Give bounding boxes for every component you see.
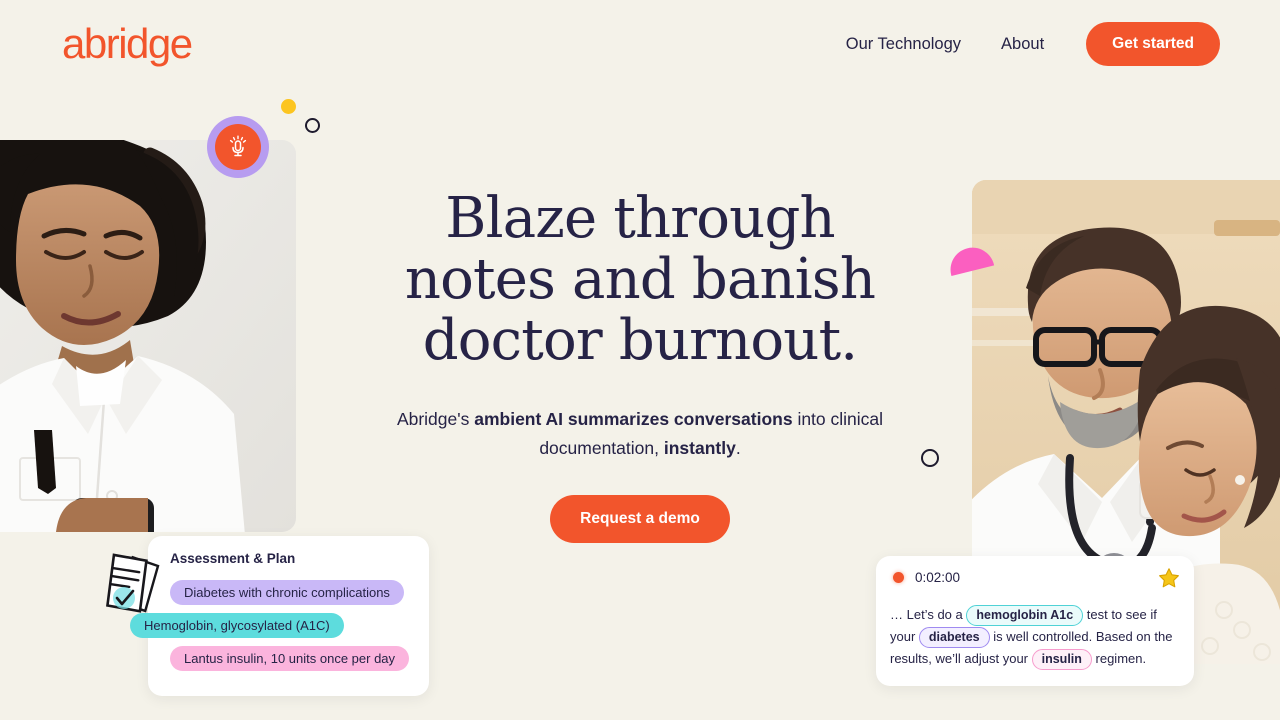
- transcript-text-1: … Let’s do a: [890, 607, 967, 622]
- recording-timestamp: 0:02:00: [915, 570, 961, 585]
- document-checkmark-icon: [106, 553, 160, 613]
- transcript-tag-insulin[interactable]: insulin: [1031, 649, 1092, 670]
- landing-page: abridge Our Technology About Get started: [0, 0, 1280, 720]
- transcript-tag-diabetes[interactable]: diabetes: [918, 627, 990, 648]
- microphone-badge: [207, 116, 269, 178]
- hero-sub-bold-1: ambient AI summarizes conversations: [474, 409, 793, 429]
- microphone-badge-inner: [215, 124, 261, 170]
- hero-sub-bold-2: instantly: [663, 438, 736, 458]
- request-a-demo-button[interactable]: Request a demo: [550, 495, 730, 543]
- transcript-text-4: regimen.: [1091, 651, 1147, 666]
- hero-sub-text-3: .: [735, 438, 741, 458]
- assessment-card-title: Assessment & Plan: [170, 551, 296, 566]
- star-icon[interactable]: [1158, 567, 1180, 589]
- hero-section: Blaze through notes and banish doctor bu…: [360, 188, 920, 543]
- hero-heading-line-1: Blaze through: [445, 186, 835, 251]
- transcript-text: … Let’s do a hemoglobin A1c test to see …: [890, 604, 1182, 670]
- page-title: Blaze through notes and banish doctor bu…: [360, 188, 920, 371]
- assessment-plan-card: Assessment & Plan Diabetes with chronic …: [130, 536, 429, 696]
- nav-link-about[interactable]: About: [981, 22, 1064, 66]
- yellow-dot-decoration: [281, 99, 296, 114]
- assessment-pill-diagnosis[interactable]: Diabetes with chronic complications: [170, 580, 404, 605]
- doctor-with-phone-photo: [0, 140, 296, 532]
- hero-subtitle: Abridge's ambient AI summarizes conversa…: [360, 405, 920, 463]
- hero-heading-line-3: doctor burnout.: [422, 308, 858, 373]
- nav-links-group: Our Technology About Get started: [826, 22, 1220, 66]
- recording-indicator-icon: [893, 572, 904, 583]
- nav-link-our-technology[interactable]: Our Technology: [826, 22, 981, 66]
- assessment-pill-medication[interactable]: Lantus insulin, 10 units once per day: [170, 646, 410, 671]
- microphone-icon: [229, 135, 247, 157]
- abridge-logo[interactable]: abridge: [62, 22, 193, 66]
- top-navigation-bar: abridge Our Technology About Get started: [0, 0, 1280, 88]
- hero-sub-text-1: Abridge's: [396, 409, 475, 429]
- hero-heading-line-2: notes and banish: [404, 247, 876, 312]
- transcript-card-header: 0:02:00: [893, 568, 1180, 588]
- doctor-with-phone-illustration: [0, 140, 296, 532]
- get-started-button[interactable]: Get started: [1086, 22, 1220, 66]
- ring-outline-decoration-top: [305, 118, 320, 133]
- transcript-card: 0:02:00 … Let’s do a hemoglobin A1c test…: [876, 556, 1194, 686]
- transcript-tag-hemoglobin[interactable]: hemoglobin A1c: [966, 605, 1084, 626]
- ring-outline-decoration-middle: [921, 449, 939, 467]
